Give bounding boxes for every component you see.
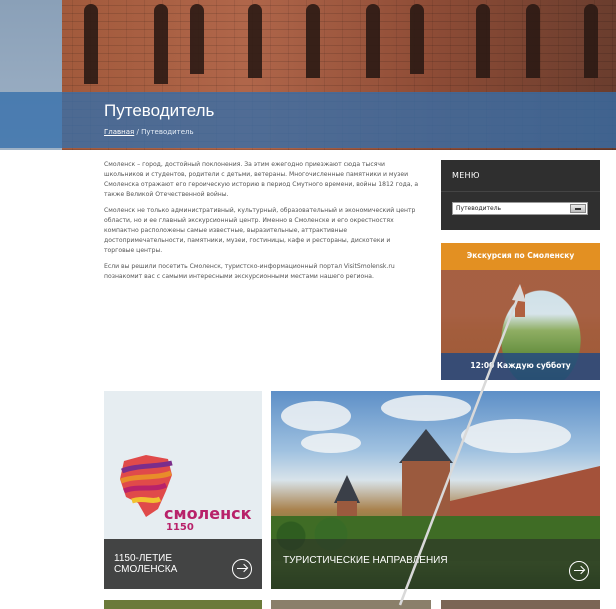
hero-loophole (190, 4, 204, 74)
hero-loophole (366, 4, 380, 78)
hero-loophole (248, 4, 262, 78)
tile-label: 1150-ЛЕТИЕ СМОЛЕНСКА (114, 553, 177, 575)
tower-roof (399, 429, 453, 463)
cloud (301, 433, 361, 453)
cloud (381, 395, 471, 421)
tiles-row-next (104, 600, 600, 609)
hero-loophole (84, 4, 98, 84)
tile-label-line: СМОЛЕНСКА (114, 564, 178, 575)
intro-paragraph: Если вы решили посетить Смоленск, турист… (104, 263, 395, 280)
tile-label-line: 1150-ЛЕТИЕ (114, 553, 173, 564)
hero-loophole (410, 4, 424, 74)
tile-label: ТУРИСТИЧЕСКИЕ НАПРАВЛЕНИЯ (283, 555, 448, 566)
cloud (281, 401, 351, 431)
breadcrumb-home-link[interactable]: Главная (104, 128, 134, 136)
hero-banner: Путеводитель Главная / Путеводитель (0, 0, 616, 150)
tile-tourist-directions[interactable]: ТУРИСТИЧЕСКИЕ НАПРАВЛЕНИЯ (271, 391, 600, 589)
hero-loophole (306, 4, 320, 78)
logo-year: 1150 (166, 522, 194, 533)
page-title: Путеводитель (104, 101, 215, 120)
chevron-down-icon[interactable] (570, 204, 586, 213)
breadcrumb-current: Путеводитель (141, 128, 194, 136)
hero-loophole (526, 4, 540, 78)
sidebar-menu: МЕНЮ Путеводитель (441, 160, 600, 230)
tile-anniversary[interactable]: смоленск 1150 1150-ЛЕТИЕ СМОЛЕНСКА (104, 391, 262, 589)
hero-loophole (154, 4, 168, 84)
breadcrumb: Главная / Путеводитель (104, 128, 194, 136)
hero-title-band (0, 92, 616, 148)
logo-wordmark: смоленск (164, 504, 252, 523)
intro-paragraph: Смоленск – город, достойный поклонения. … (104, 161, 419, 198)
cloud (461, 419, 571, 453)
hero-loophole (476, 4, 490, 78)
tile-partial[interactable] (441, 600, 600, 609)
intro-text: Смоленск – город, достойный поклонения. … (104, 160, 422, 288)
promo-tower (515, 287, 525, 317)
arrow-right-icon[interactable] (569, 561, 589, 581)
menu-title: МЕНЮ (452, 171, 480, 180)
tile-partial[interactable] (271, 600, 431, 609)
excursion-promo[interactable]: Экскурсия по Смоленску 12:00 Каждую субб… (441, 243, 600, 380)
promo-schedule: 12:00 Каждую субботу (470, 361, 571, 370)
intro-paragraph: Смоленск не только административный, кул… (104, 207, 416, 254)
breadcrumb-separator: / (136, 128, 139, 136)
tile-partial[interactable] (104, 600, 262, 609)
promo-title: Экскурсия по Смоленску (466, 251, 575, 260)
menu-select-value: Путеводитель (456, 205, 502, 212)
menu-select[interactable]: Путеводитель (452, 202, 588, 215)
hero-loophole (584, 4, 598, 78)
promo-footer: 12:00 Каждую субботу (441, 353, 600, 380)
menu-divider (441, 191, 600, 192)
arrow-right-icon[interactable] (232, 559, 252, 579)
promo-header: Экскурсия по Смоленску (441, 243, 600, 270)
tower-roof (334, 475, 360, 503)
